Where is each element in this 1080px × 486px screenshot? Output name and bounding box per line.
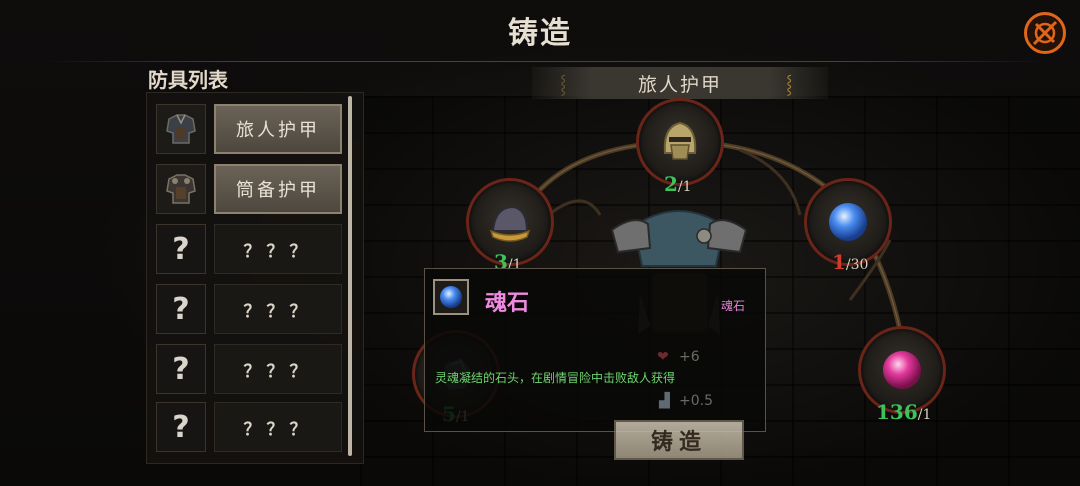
boot-icon: ▟ (659, 393, 670, 409)
tooltip-stat: +6 (679, 349, 700, 365)
pink-orb-icon (883, 351, 921, 389)
tooltip-description: 灵魂凝结的石头，在剧情冒险中击败敌人获得 (435, 371, 676, 385)
tooltip-stat: +0.5 (679, 393, 713, 409)
material-have: 136 (876, 400, 918, 424)
blue-orb-icon (829, 203, 867, 241)
material-have: 2 (664, 172, 678, 196)
material-need: /1 (677, 179, 692, 195)
blue-orb-icon (433, 279, 469, 315)
material-count: 2/1 (664, 172, 692, 196)
material-have: 1 (832, 250, 846, 274)
helmet-icon (489, 205, 531, 242)
tooltip-item-type: 魂石 (721, 299, 746, 313)
heart-icon: ❤ (657, 349, 669, 365)
material-need: /30 (845, 257, 869, 273)
material-count: 1/30 (832, 250, 868, 274)
forge-button[interactable]: 铸造 (614, 420, 744, 460)
helmet-icon (663, 121, 697, 160)
material-count: 136/1 (876, 400, 931, 424)
material-need: /1 (917, 407, 932, 423)
item-tooltip: 魂石 魂石 ❤ +6 灵魂凝结的石头，在剧情冒险中击败敌人获得 ▟ +0.5 (424, 268, 766, 432)
tooltip-item-name: 魂石 (485, 290, 530, 316)
